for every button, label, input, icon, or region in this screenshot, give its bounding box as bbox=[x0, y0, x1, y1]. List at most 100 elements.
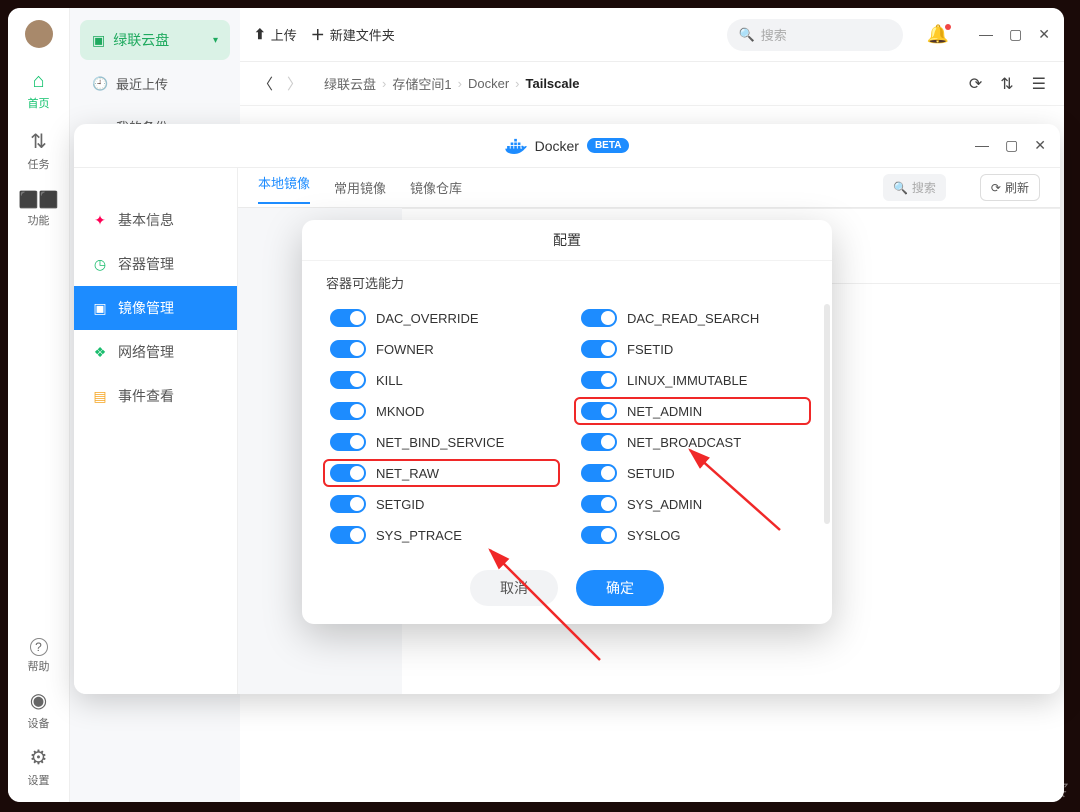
rail-label: 首页 bbox=[28, 95, 50, 111]
toggle-switch[interactable] bbox=[581, 526, 617, 544]
capability-label: FSETID bbox=[627, 342, 673, 357]
docker-titlebar: Docker BETA — ▢ ✕ bbox=[74, 124, 1060, 168]
minimize-button[interactable]: — bbox=[975, 137, 989, 154]
capability-label: LINUX_IMMUTABLE bbox=[627, 373, 747, 388]
capability-label: SETGID bbox=[376, 497, 424, 512]
capability-label: MKNOD bbox=[376, 404, 424, 419]
capability-sys_ptrace[interactable]: SYS_PTRACE bbox=[326, 524, 557, 546]
window-controls: — ▢ ✕ bbox=[979, 26, 1050, 43]
new-folder-button[interactable]: ＋ 新建文件夹 bbox=[311, 25, 395, 45]
breadcrumb-row: 〈 〉 绿联云盘› 存储空间1› Docker› Tailscale ⟳ ⇅ ☰ bbox=[240, 62, 1064, 106]
capability-label: DAC_READ_SEARCH bbox=[627, 311, 759, 326]
ds-event-view[interactable]: ▤事件查看 bbox=[74, 374, 237, 418]
capability-kill[interactable]: KILL bbox=[326, 369, 557, 391]
ok-button[interactable]: 确定 bbox=[576, 570, 664, 606]
fm-item-recent[interactable]: 🕘 最近上传 bbox=[80, 64, 230, 103]
toggle-switch[interactable] bbox=[330, 309, 366, 327]
tab-common-images[interactable]: 常用镜像 bbox=[334, 178, 386, 197]
toggle-switch[interactable] bbox=[330, 495, 366, 513]
refresh-icon: ⟳ bbox=[991, 181, 1001, 195]
ds-network-mgmt[interactable]: ❖网络管理 bbox=[74, 330, 237, 374]
scrollbar[interactable] bbox=[824, 304, 830, 524]
capability-fsetid[interactable]: FSETID bbox=[577, 338, 808, 360]
cap-col-left: AUDIT_WRITEDAC_OVERRIDEFOWNERKILLMKNODNE… bbox=[326, 298, 557, 550]
bell-icon[interactable]: 🔔 bbox=[927, 24, 949, 45]
capability-syslog[interactable]: SYSLOG bbox=[577, 524, 808, 546]
capability-label: DAC_OVERRIDE bbox=[376, 311, 479, 326]
search-icon: 🔍 bbox=[893, 181, 908, 195]
search-icon: 🔍 bbox=[739, 27, 755, 43]
close-button[interactable]: ✕ bbox=[1038, 26, 1050, 43]
capability-net_broadcast[interactable]: NET_BROADCAST bbox=[577, 431, 808, 453]
close-button[interactable]: ✕ bbox=[1034, 137, 1046, 154]
cancel-button[interactable]: 取消 bbox=[470, 570, 558, 606]
maximize-button[interactable]: ▢ bbox=[1009, 26, 1022, 43]
capability-label: NET_BROADCAST bbox=[627, 435, 741, 450]
capability-net_admin[interactable]: NET_ADMIN bbox=[577, 400, 808, 422]
nav-back-button[interactable]: 〈 bbox=[258, 73, 273, 94]
list-view-icon[interactable]: ☰ bbox=[1032, 74, 1046, 94]
toggle-switch[interactable] bbox=[330, 433, 366, 451]
rail-label: 设备 bbox=[28, 715, 50, 731]
toggle-switch[interactable] bbox=[330, 464, 366, 482]
capability-net_raw[interactable]: NET_RAW bbox=[326, 462, 557, 484]
search-input[interactable]: 🔍 搜索 bbox=[727, 19, 903, 51]
home-icon: ⌂ bbox=[32, 70, 44, 93]
fm-item-label: 最近上传 bbox=[116, 74, 168, 93]
fm-drive-select[interactable]: ▣ 绿联云盘 ▾ bbox=[80, 20, 230, 60]
chevron-down-icon: ▾ bbox=[213, 35, 218, 46]
nav-forward-button[interactable]: 〉 bbox=[287, 73, 302, 94]
capability-linux_immutable[interactable]: LINUX_IMMUTABLE bbox=[577, 369, 808, 391]
toggle-switch[interactable] bbox=[581, 309, 617, 327]
watermark: 值 什么值得买 bbox=[954, 776, 1066, 802]
crumb-part[interactable]: 绿联云盘 bbox=[324, 74, 376, 93]
crumb-part[interactable]: Docker bbox=[468, 76, 509, 91]
toggle-switch[interactable] bbox=[330, 371, 366, 389]
capability-sys_admin[interactable]: SYS_ADMIN bbox=[577, 493, 808, 515]
toggle-switch[interactable] bbox=[330, 526, 366, 544]
capability-setgid[interactable]: SETGID bbox=[326, 493, 557, 515]
capability-mknod[interactable]: MKNOD bbox=[326, 400, 557, 422]
rail-settings[interactable]: ⚙ 设置 bbox=[28, 745, 50, 788]
capability-modal: 配置 容器可选能力 AUDIT_WRITEDAC_OVERRIDEFOWNERK… bbox=[302, 220, 832, 624]
tab-local-images[interactable]: 本地镜像 bbox=[258, 173, 310, 204]
breadcrumb: 绿联云盘› 存储空间1› Docker› Tailscale bbox=[324, 74, 579, 93]
docker-logo-icon bbox=[505, 138, 527, 154]
sort-icon[interactable]: ⇅ bbox=[1000, 74, 1013, 94]
rail-device[interactable]: ◉ 设备 bbox=[28, 688, 50, 731]
ds-image-mgmt[interactable]: ▣镜像管理 bbox=[74, 286, 237, 330]
docker-search-input[interactable]: 🔍 搜索 bbox=[883, 174, 946, 201]
tab-image-repo[interactable]: 镜像仓库 bbox=[410, 178, 462, 197]
avatar[interactable] bbox=[25, 20, 53, 48]
rail-home[interactable]: ⌂ 首页 bbox=[28, 70, 50, 111]
rail-features[interactable]: ⬛⬛ 功能 bbox=[19, 190, 59, 228]
toggle-switch[interactable] bbox=[581, 464, 617, 482]
toggle-switch[interactable] bbox=[330, 340, 366, 358]
toggle-switch[interactable] bbox=[581, 495, 617, 513]
capability-fowner[interactable]: FOWNER bbox=[326, 338, 557, 360]
rail-tasks[interactable]: ⇅ 任务 bbox=[28, 129, 50, 172]
capability-setuid[interactable]: SETUID bbox=[577, 462, 808, 484]
rail-help[interactable]: ? 帮助 bbox=[28, 638, 50, 674]
upload-button[interactable]: ⬆ 上传 bbox=[254, 25, 297, 44]
ds-container-mgmt[interactable]: ◷容器管理 bbox=[74, 242, 237, 286]
toolbar: ⬆ 上传 ＋ 新建文件夹 🔍 搜索 🔔 — ▢ ✕ bbox=[240, 8, 1064, 62]
capability-dac_read_search[interactable]: DAC_READ_SEARCH bbox=[577, 307, 808, 329]
minimize-button[interactable]: — bbox=[979, 26, 993, 43]
rail-label: 功能 bbox=[28, 212, 50, 228]
toggle-switch[interactable] bbox=[581, 371, 617, 389]
help-icon: ? bbox=[30, 638, 48, 656]
grid-icon: ⬛⬛ bbox=[19, 190, 59, 210]
toggle-switch[interactable] bbox=[330, 402, 366, 420]
toggle-switch[interactable] bbox=[581, 402, 617, 420]
capability-label: NET_BIND_SERVICE bbox=[376, 435, 504, 450]
toggle-switch[interactable] bbox=[581, 340, 617, 358]
capability-net_bind_service[interactable]: NET_BIND_SERVICE bbox=[326, 431, 557, 453]
refresh-button[interactable]: ⟳ 刷新 bbox=[980, 174, 1040, 201]
ds-basic-info[interactable]: ✦基本信息 bbox=[74, 198, 237, 242]
capability-dac_override[interactable]: DAC_OVERRIDE bbox=[326, 307, 557, 329]
toggle-switch[interactable] bbox=[581, 433, 617, 451]
maximize-button[interactable]: ▢ bbox=[1005, 137, 1018, 154]
refresh-icon[interactable]: ⟳ bbox=[969, 74, 982, 94]
crumb-part[interactable]: 存储空间1 bbox=[392, 74, 451, 93]
